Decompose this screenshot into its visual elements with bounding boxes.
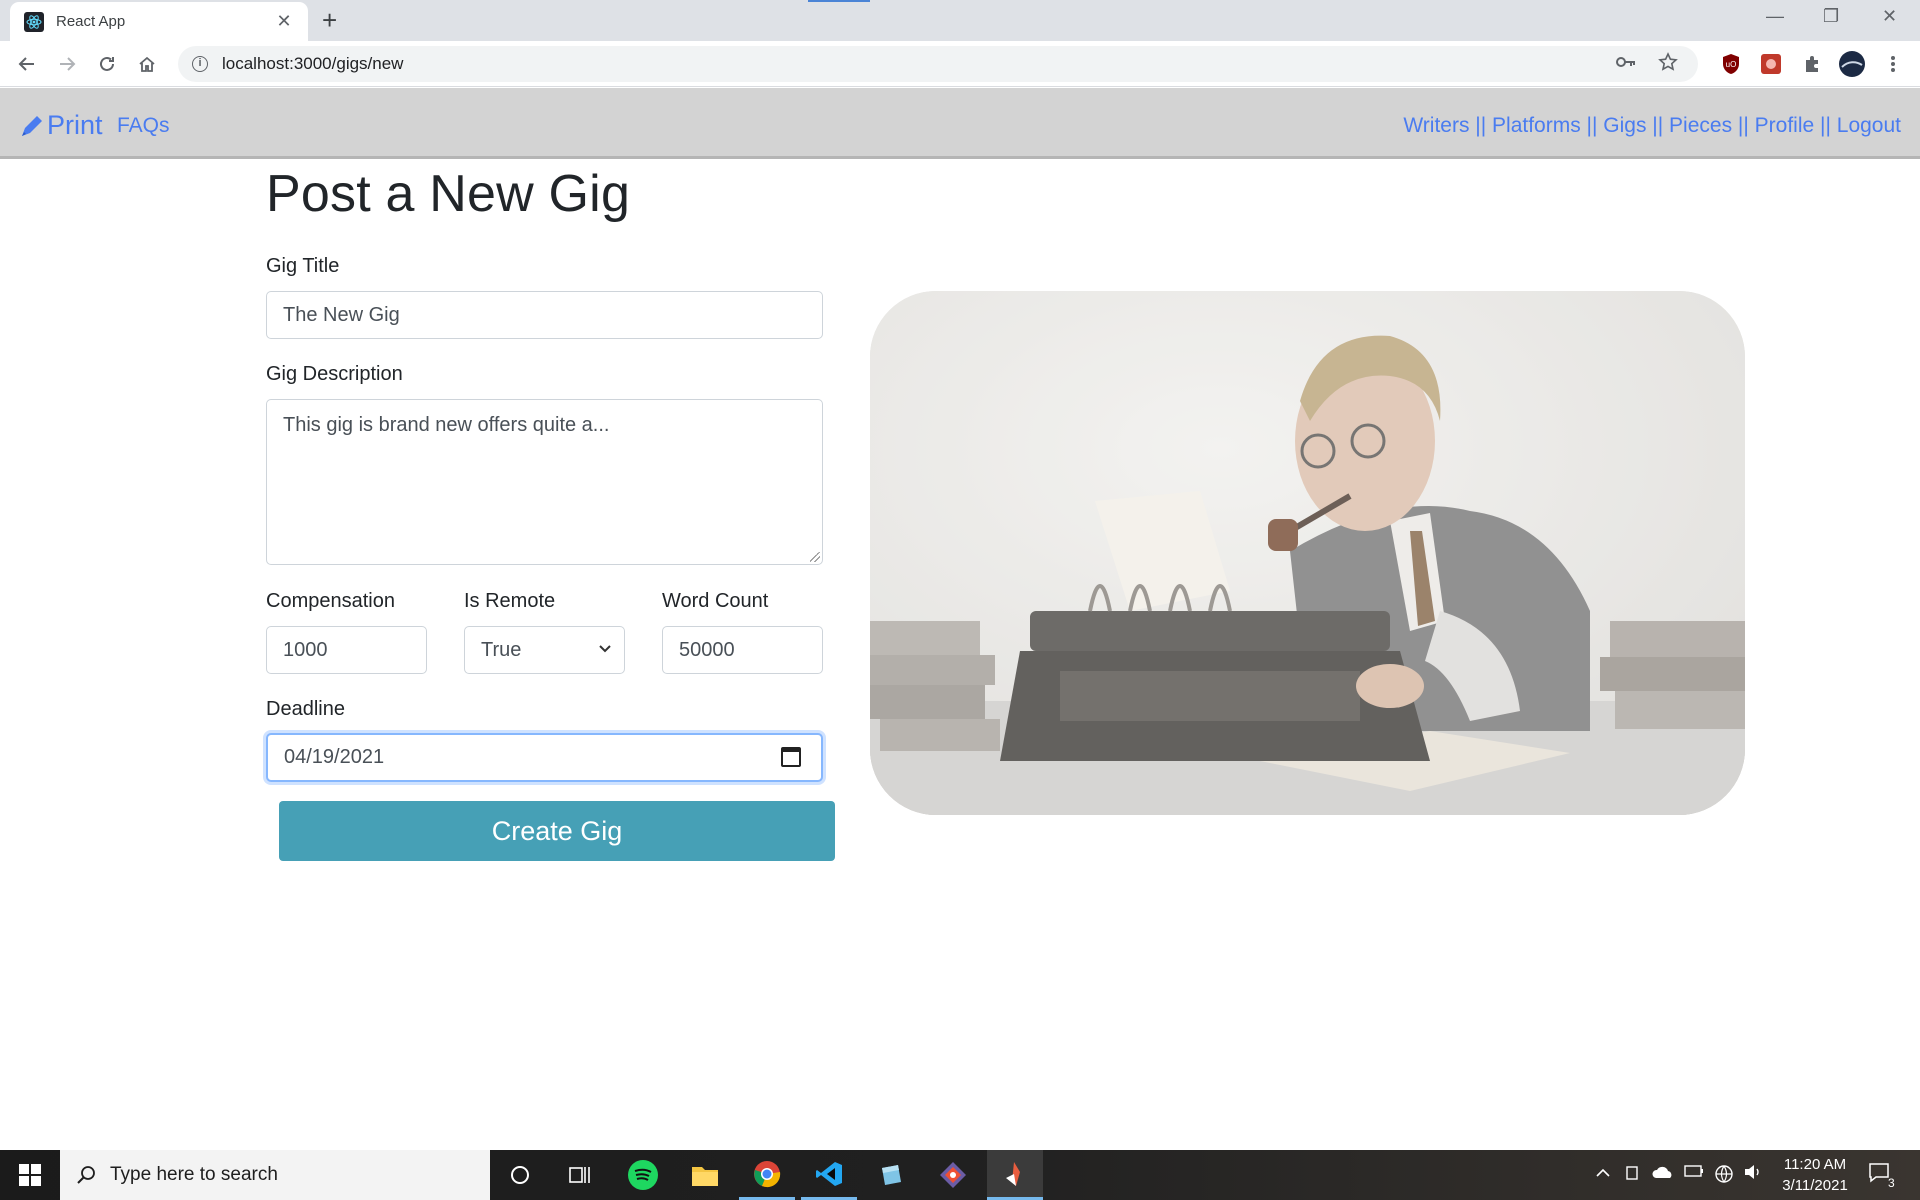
gig-description-label: Gig Description — [266, 363, 403, 385]
task-view-icon[interactable] — [552, 1150, 608, 1200]
search-icon — [77, 1166, 95, 1184]
spotify-icon[interactable] — [615, 1150, 671, 1200]
clock-date: 3/11/2021 — [1782, 1177, 1848, 1194]
reload-icon[interactable] — [92, 49, 122, 79]
brand-link[interactable]: Print — [19, 110, 103, 141]
browser-toolbar: i localhost:3000/gigs/new uO — [0, 41, 1920, 87]
tab-loading-indicator — [808, 0, 870, 2]
git-client-icon[interactable] — [925, 1150, 981, 1200]
deadline-value: 04/19/2021 — [284, 746, 385, 768]
is-remote-value: True — [481, 638, 522, 661]
resize-grip-icon[interactable] — [810, 552, 820, 562]
file-explorer-icon[interactable] — [677, 1150, 733, 1200]
gig-description-textarea[interactable]: This gig is brand new offers quite a... — [266, 399, 823, 565]
pen-icon — [22, 115, 42, 136]
meet-now-icon[interactable] — [1625, 1164, 1641, 1187]
is-remote-label: Is Remote — [464, 590, 556, 612]
compensation-input[interactable]: 1000 — [266, 626, 427, 674]
address-bar[interactable]: i localhost:3000/gigs/new — [178, 46, 1698, 82]
compensation-value: 1000 — [283, 638, 328, 661]
is-remote-select[interactable]: True — [464, 626, 625, 674]
window-close-button[interactable]: ✕ — [1882, 6, 1897, 27]
new-tab-button[interactable]: + — [322, 6, 337, 34]
volume-icon[interactable] — [1744, 1164, 1762, 1185]
minimize-button[interactable]: — — [1766, 6, 1784, 27]
deadline-label: Deadline — [266, 698, 345, 720]
battery-icon[interactable] — [1684, 1164, 1704, 1182]
site-info-icon[interactable]: i — [192, 56, 208, 72]
tab-title: React App — [56, 13, 126, 30]
chrome-menu-icon[interactable] — [1880, 51, 1906, 77]
postman-icon[interactable] — [987, 1150, 1043, 1200]
tab-close-icon[interactable]: ✕ — [274, 11, 294, 32]
show-hidden-icons-icon[interactable] — [1595, 1164, 1611, 1182]
gig-title-value: The New Gig — [283, 303, 400, 326]
deadline-date-input[interactable]: 04/19/2021 — [266, 733, 823, 782]
sticky-notes-icon[interactable] — [863, 1150, 919, 1200]
create-gig-button[interactable]: Create Gig — [279, 801, 835, 861]
react-favicon-icon — [24, 11, 44, 32]
nav-links-right[interactable]: Writers || Platforms || Gigs || Pieces |… — [1403, 114, 1901, 138]
search-placeholder: Type here to search — [110, 1164, 278, 1185]
word-count-input[interactable]: 50000 — [662, 626, 823, 674]
windows-logo-icon — [19, 1164, 41, 1186]
key-icon[interactable] — [1616, 55, 1636, 74]
brand-text[interactable]: Print — [47, 110, 103, 141]
notification-count-badge: 3 — [1888, 1176, 1895, 1190]
vscode-icon[interactable] — [801, 1150, 857, 1200]
profile-avatar-icon[interactable] — [1839, 51, 1865, 77]
gig-title-input[interactable]: The New Gig — [266, 291, 823, 339]
svg-text:uO: uO — [1726, 60, 1737, 69]
writer-typewriter-image — [870, 291, 1745, 815]
chrome-taskbar-icon[interactable] — [739, 1150, 795, 1200]
taskbar-clock[interactable]: 11:20 AM 3/11/2021 — [1770, 1154, 1860, 1196]
extensions-puzzle-icon[interactable] — [1799, 51, 1825, 77]
ublock-extension-icon[interactable]: uO — [1718, 51, 1744, 77]
compensation-label: Compensation — [266, 590, 395, 612]
taskbar-search-box[interactable]: Type here to search — [60, 1150, 490, 1200]
forward-arrow-icon[interactable] — [52, 49, 82, 79]
clock-time: 11:20 AM — [1783, 1156, 1847, 1173]
app-navbar: Print FAQs Writers || Platforms || Gigs … — [0, 88, 1920, 159]
bookmark-star-icon[interactable] — [1658, 51, 1678, 77]
gig-description-value: This gig is brand new offers quite a... — [283, 414, 610, 436]
word-count-label: Word Count — [662, 590, 769, 612]
browser-tab[interactable]: React App ✕ — [10, 2, 308, 41]
cortana-icon[interactable] — [492, 1150, 548, 1200]
start-button[interactable] — [0, 1150, 60, 1200]
onedrive-icon[interactable] — [1652, 1164, 1674, 1185]
page-title: Post a New Gig — [266, 165, 631, 223]
back-arrow-icon[interactable] — [12, 49, 42, 79]
calendar-icon[interactable] — [781, 747, 801, 767]
red-extension-icon[interactable] — [1758, 51, 1784, 77]
network-globe-icon[interactable] — [1714, 1164, 1734, 1189]
windows-taskbar: Type here to search 11:20 AM 3/11/2021 3 — [0, 1150, 1920, 1200]
home-icon[interactable] — [132, 49, 162, 79]
browser-tab-bar: React App ✕ + — ❐ ✕ — [0, 0, 1920, 41]
word-count-value: 50000 — [679, 638, 735, 661]
chevron-down-icon — [598, 641, 612, 659]
restore-button[interactable]: ❐ — [1823, 6, 1839, 27]
gig-title-label: Gig Title — [266, 255, 340, 277]
url-text[interactable]: localhost:3000/gigs/new — [222, 54, 403, 74]
faqs-link[interactable]: FAQs — [117, 114, 170, 138]
